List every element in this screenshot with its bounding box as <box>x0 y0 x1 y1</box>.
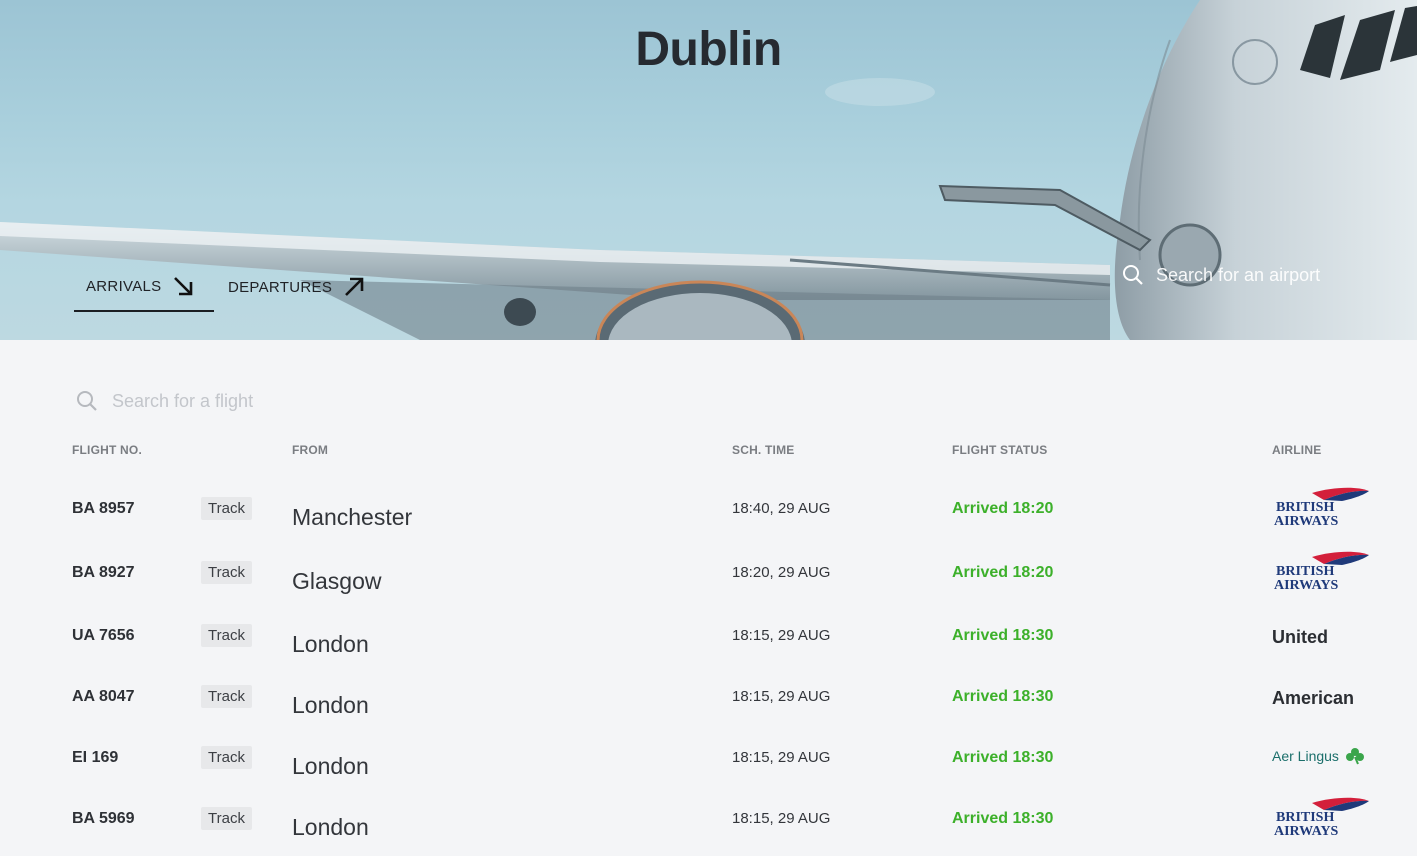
airline-name: Aer Lingus <box>1272 748 1339 764</box>
arrivals-departures-tabs: ARRIVALS DEPARTURES <box>74 262 378 314</box>
airline-cell: BRITISH AIRWAYS <box>1272 797 1372 839</box>
airline-cell: BRITISH AIRWAYS <box>1272 487 1372 529</box>
origin-city: Manchester <box>292 504 413 530</box>
track-button[interactable]: Track <box>201 497 252 520</box>
scheduled-time: 18:15, 29 AUG <box>732 627 831 644</box>
flight-status: Arrived 18:30 <box>952 810 1054 827</box>
search-icon <box>77 391 97 411</box>
flight-search <box>76 390 412 412</box>
flight-number: BA 5969 <box>72 810 135 827</box>
track-button[interactable]: Track <box>201 807 252 830</box>
column-header-flight-status: FLIGHT STATUS <box>952 443 1048 457</box>
airport-search <box>1122 258 1382 292</box>
svg-text:BRITISH: BRITISH <box>1276 500 1334 515</box>
svg-text:AIRWAYS: AIRWAYS <box>1274 578 1339 593</box>
flight-search-input[interactable] <box>112 390 412 412</box>
airline-name: United <box>1272 627 1328 647</box>
airport-search-input[interactable] <box>1156 264 1376 286</box>
origin-city: London <box>292 814 369 840</box>
airline-cell: BRITISH AIRWAYS <box>1272 551 1372 593</box>
flight-status: Arrived 18:20 <box>952 564 1054 581</box>
flight-row[interactable]: EI 169 Track London 18:15, 29 AUG Arrived 18… <box>0 746 1417 809</box>
scheduled-time: 18:20, 29 AUG <box>732 564 831 581</box>
flight-number: BA 8957 <box>72 500 135 517</box>
column-header-from: FROM <box>292 443 329 457</box>
svg-text:AIRWAYS: AIRWAYS <box>1274 824 1339 839</box>
column-header-flight-no: FLIGHT NO. <box>72 443 142 457</box>
page-title: Dublin <box>635 23 782 76</box>
origin-city: Glasgow <box>292 568 382 594</box>
svg-text:AIRWAYS: AIRWAYS <box>1274 514 1339 529</box>
flight-row[interactable]: BA 5969 Track London 18:15, 29 AUG Arrived 1… <box>0 797 1417 856</box>
track-button[interactable]: Track <box>201 685 252 708</box>
airline-cell: American <box>1272 688 1354 709</box>
origin-city: London <box>292 631 369 657</box>
flight-status: Arrived 18:30 <box>952 749 1054 766</box>
flights-board: FLIGHT NO. FROM SCH. TIME FLIGHT STATUS … <box>0 340 1417 856</box>
tab-departures-label: DEPARTURES <box>228 278 333 296</box>
flight-number: BA 8927 <box>72 564 135 581</box>
flight-row[interactable]: BA 8957 Track Manchester 18:40, 29 AUG Arriv… <box>0 487 1417 560</box>
tab-arrivals[interactable]: ARRIVALS <box>74 262 214 312</box>
column-header-airline: AIRLINE <box>1272 443 1322 457</box>
origin-city: London <box>292 692 369 718</box>
flight-number: EI 169 <box>72 749 119 766</box>
flight-row[interactable]: UA 7656 Track London 18:15, 29 AUG Arrived 1… <box>0 624 1417 687</box>
british-airways-logo: BRITISH AIRWAYS <box>1274 797 1369 839</box>
british-airways-logo: BRITISH AIRWAYS <box>1274 487 1369 529</box>
british-airways-logo: BRITISH AIRWAYS <box>1274 551 1369 593</box>
search-icon <box>1123 265 1143 285</box>
scheduled-time: 18:15, 29 AUG <box>732 749 831 766</box>
tab-departures[interactable]: DEPARTURES <box>216 262 378 312</box>
svg-text:BRITISH: BRITISH <box>1276 810 1334 825</box>
scheduled-time: 18:15, 29 AUG <box>732 688 831 705</box>
flight-number: UA 7656 <box>72 627 135 644</box>
flight-number: AA 8047 <box>72 688 135 705</box>
track-button[interactable]: Track <box>201 746 252 769</box>
hero-banner: Dublin ARRIVALS DEPARTURES <box>0 0 1417 340</box>
flight-row[interactable]: AA 8047 Track London 18:15, 29 AUG Arrived 1… <box>0 685 1417 748</box>
tab-arrivals-label: ARRIVALS <box>86 277 162 295</box>
track-button[interactable]: Track <box>201 624 252 647</box>
arrow-up-right-icon <box>345 277 364 296</box>
shamrock-icon <box>1345 748 1364 765</box>
column-header-sch-time: SCH. TIME <box>732 443 795 457</box>
airline-cell: United <box>1272 627 1328 648</box>
airline-name: American <box>1272 688 1355 708</box>
origin-city: London <box>292 753 369 779</box>
airline-cell: Aer Lingus <box>1272 747 1365 765</box>
flight-status: Arrived 18:30 <box>952 688 1054 705</box>
flight-status: Arrived 18:20 <box>952 500 1054 517</box>
arrow-down-right-icon <box>174 277 193 296</box>
svg-text:BRITISH: BRITISH <box>1276 564 1334 579</box>
aer-lingus-logo: Aer Lingus <box>1272 747 1365 765</box>
scheduled-time: 18:15, 29 AUG <box>732 810 831 827</box>
flight-status: Arrived 18:30 <box>952 627 1054 644</box>
flight-row[interactable]: BA 8927 Track Glasgow 18:20, 29 AUG Arrived … <box>0 551 1417 624</box>
scheduled-time: 18:40, 29 AUG <box>732 500 831 517</box>
track-button[interactable]: Track <box>201 561 252 584</box>
